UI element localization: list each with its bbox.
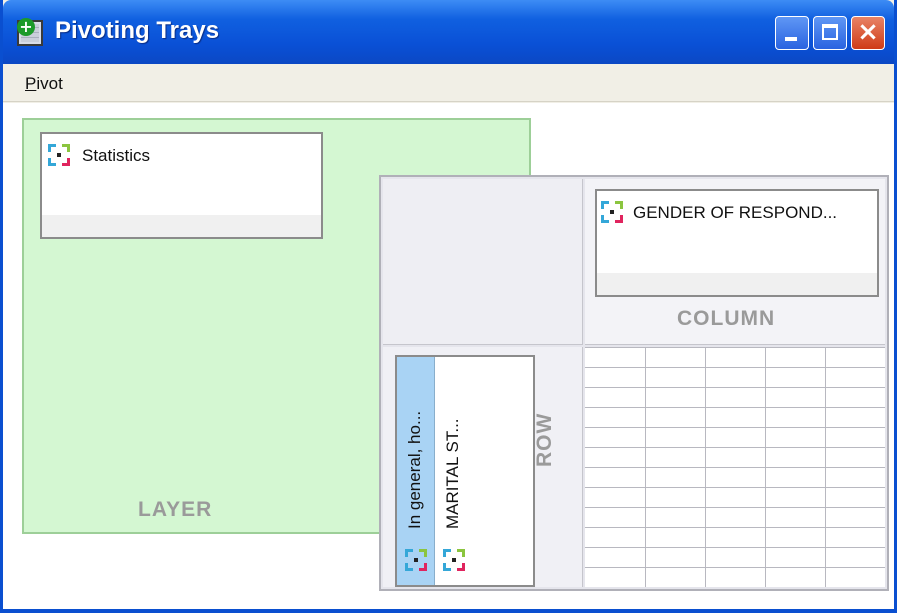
close-button[interactable]: × (851, 16, 885, 50)
maximize-icon (822, 24, 838, 40)
app-icon: + (17, 18, 43, 46)
row-drop-box[interactable]: In general, ho... MARITAL ST... (395, 355, 535, 587)
pivoting-trays-window: + Pivoting Trays × Pivot Statistics LAYE… (0, 0, 897, 613)
pivot-icon (405, 549, 427, 571)
maximize-button[interactable] (813, 16, 847, 50)
minimize-button[interactable] (775, 16, 809, 50)
title-bar[interactable]: + Pivoting Trays × (3, 0, 894, 64)
row-item-in-general[interactable]: In general, ho... (397, 357, 435, 585)
row-tray[interactable]: In general, ho... MARITAL ST... ROW (383, 347, 583, 587)
pivot-icon (601, 201, 623, 223)
close-icon: × (857, 17, 879, 47)
menu-item-pivot[interactable]: Pivot (25, 74, 63, 94)
menu-bar: Pivot (3, 64, 894, 102)
pivot-icon (48, 144, 70, 166)
row-item-marital-status[interactable]: MARITAL ST... (437, 357, 473, 585)
layer-drop-box[interactable]: Statistics (40, 132, 323, 239)
row-tray-label: ROW (533, 412, 556, 467)
layer-item-statistics[interactable]: Statistics (82, 146, 150, 166)
column-tray[interactable]: GENDER OF RESPOND... COLUMN (585, 179, 885, 345)
column-drop-box[interactable]: GENDER OF RESPOND... (595, 189, 879, 297)
pivot-trays-area: Statistics LAYER GENDER OF RESPOND... CO… (3, 103, 894, 609)
data-cells-grid (585, 347, 885, 587)
minimize-icon (785, 37, 797, 41)
pivot-grid-panel: GENDER OF RESPOND... COLUMN In general, … (379, 175, 889, 591)
column-item-gender[interactable]: GENDER OF RESPOND... (633, 203, 837, 223)
layer-tray-label: LAYER (138, 498, 213, 521)
pivot-icon (443, 549, 465, 571)
column-tray-label: COLUMN (677, 307, 776, 330)
corner-cell (383, 179, 583, 345)
window-title: Pivoting Trays (55, 17, 220, 44)
